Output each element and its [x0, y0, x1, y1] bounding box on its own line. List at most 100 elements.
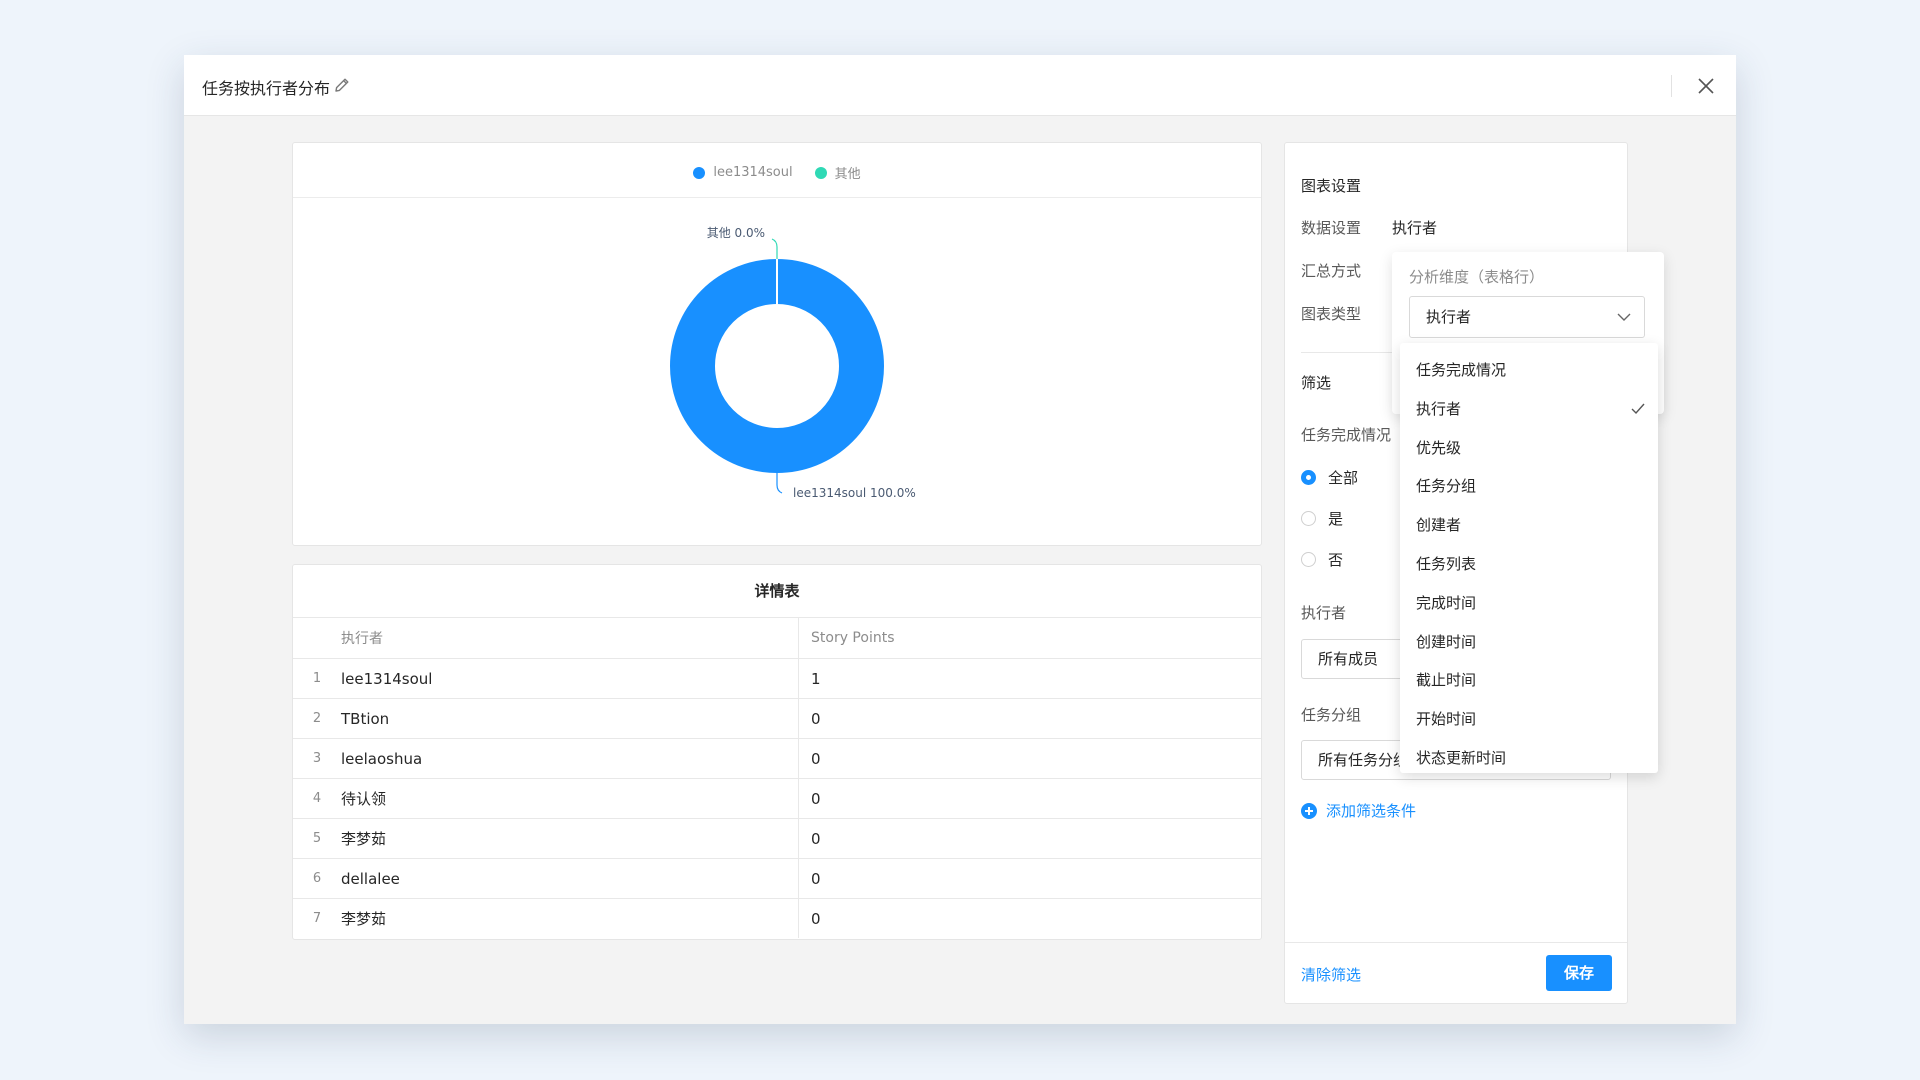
- label-leader-line: [776, 473, 783, 494]
- dropdown-option[interactable]: 创建时间: [1400, 623, 1658, 661]
- data-label: lee1314soul 100.0%: [793, 486, 916, 500]
- dropdown-option-label: 完成时间: [1416, 593, 1477, 612]
- dropdown-option[interactable]: 任务完成情况: [1400, 351, 1658, 389]
- dropdown-option-label: 开始时间: [1416, 710, 1477, 729]
- radio-circle[interactable]: [1301, 470, 1316, 485]
- modal-title: 任务按执行者分布: [202, 79, 331, 98]
- chart-legend: lee1314soul 其他: [293, 143, 1261, 198]
- chart-card: lee1314soul 其他 其他 0.0% lee1314soul 100.0%: [292, 142, 1262, 546]
- dropdown-option[interactable]: 截止时间: [1400, 661, 1658, 699]
- header-divider: [1671, 75, 1672, 97]
- assignee-cell: 李梦茹: [341, 818, 799, 859]
- row-index: 3: [293, 738, 341, 779]
- radio-circle[interactable]: [1301, 511, 1316, 526]
- check-icon: [1631, 403, 1645, 414]
- points-cell: 0: [811, 909, 821, 928]
- points-cell: 0: [798, 778, 1261, 819]
- settings-footer-divider: [1285, 942, 1627, 943]
- points-cell: 1: [798, 658, 1261, 699]
- column-header[interactable]: Story Points: [798, 618, 1261, 659]
- dimension-select[interactable]: 执行者: [1409, 296, 1645, 338]
- assignee-cell: leelaoshua: [341, 738, 799, 779]
- detail-table-card: 详情表 执行者 Story Points 1 lee1314soul 1 2 TBtio…: [292, 564, 1262, 940]
- filter-heading: 筛选: [1301, 374, 1332, 392]
- table-row: 5 李梦茹 0: [293, 818, 1261, 859]
- radio-label: 全部: [1328, 469, 1359, 487]
- dimension-selected-value: 执行者: [1426, 308, 1472, 326]
- assignee-cell: 待认领: [341, 778, 799, 819]
- assignee-cell: dellalee: [341, 858, 799, 899]
- row-index: 7: [312, 911, 322, 926]
- assignee-cell: TBtion: [341, 698, 799, 739]
- row-index: 2: [293, 698, 341, 739]
- row-index: 1: [293, 658, 341, 699]
- add-filter-button[interactable]: 添加筛选条件: [1301, 800, 1416, 821]
- table-row: 4 待认领 0: [293, 778, 1261, 819]
- dropdown-option-label: 任务分组: [1416, 477, 1477, 496]
- settings-heading: 图表设置: [1301, 177, 1362, 195]
- plus-circle-icon: [1301, 802, 1317, 819]
- row-index: 6: [293, 858, 341, 899]
- dropdown-option-label: 创建者: [1416, 516, 1462, 535]
- dropdown-option[interactable]: 创建者: [1400, 506, 1658, 544]
- radio-label: 是: [1328, 510, 1344, 528]
- clear-filter-link[interactable]: 清除筛选: [1301, 964, 1361, 985]
- radio-no[interactable]: 否: [1301, 549, 1343, 570]
- dropdown-option[interactable]: 任务分组: [1400, 467, 1658, 505]
- dropdown-option-label: 截止时间: [1416, 671, 1477, 690]
- radio-yes[interactable]: 是: [1301, 508, 1343, 529]
- data-setting-label: 数据设置: [1301, 219, 1362, 237]
- completion-label: 任务完成情况: [1301, 426, 1392, 444]
- chart-type-label: 图表类型: [1301, 305, 1362, 323]
- legend-label: lee1314soul: [713, 165, 793, 180]
- data-label: 其他 0.0%: [707, 226, 765, 240]
- legend-item-other[interactable]: 其他: [814, 163, 861, 182]
- points-cell: 0: [798, 818, 1261, 859]
- dropdown-option[interactable]: 完成时间: [1400, 584, 1658, 622]
- dropdown-option[interactable]: 开始时间: [1400, 700, 1658, 738]
- points-cell: 0: [798, 858, 1261, 899]
- dimension-dropdown: 任务完成情况执行者优先级任务分组创建者任务列表完成时间创建时间截止时间开始时间状…: [1400, 343, 1658, 773]
- detail-table: 执行者 Story Points 1 lee1314soul 1 2 TBtion 0 3 l…: [293, 618, 1261, 938]
- table-row: 3 leelaoshua 0: [293, 738, 1261, 779]
- table-row: 7 李梦茹 0: [293, 898, 1261, 938]
- table-title: 详情表: [293, 565, 1261, 618]
- assignee-cell: 李梦茹: [341, 898, 799, 938]
- close-icon[interactable]: [1692, 72, 1720, 100]
- dropdown-option-label: 优先级: [1416, 438, 1462, 457]
- pencil-icon[interactable]: [332, 75, 352, 95]
- radio-circle[interactable]: [1301, 552, 1316, 567]
- radio-all[interactable]: 全部: [1301, 467, 1358, 488]
- index-header: [293, 618, 341, 659]
- row-index: 4: [293, 778, 341, 819]
- dropdown-option[interactable]: 执行者: [1400, 390, 1658, 428]
- save-button[interactable]: 保存: [1546, 955, 1612, 991]
- points-cell: 0: [798, 698, 1261, 739]
- legend-item-lee1314soul[interactable]: lee1314soul: [693, 165, 793, 180]
- dropdown-option[interactable]: 状态更新时间: [1400, 739, 1658, 777]
- points-cell: 0: [798, 738, 1261, 779]
- legend-dot: [814, 166, 827, 179]
- data-setting-value[interactable]: 执行者: [1392, 217, 1437, 238]
- table-row: 6 dellalee 0: [293, 858, 1261, 899]
- dropdown-option-label: 执行者: [1416, 399, 1462, 418]
- radio-label: 否: [1328, 551, 1344, 569]
- dropdown-option[interactable]: 优先级: [1400, 429, 1658, 467]
- table-row: 1 lee1314soul 1: [293, 658, 1261, 699]
- group-label: 任务分组: [1301, 706, 1362, 724]
- dropdown-option-label: 状态更新时间: [1416, 749, 1507, 767]
- table-header-row: 执行者 Story Points: [293, 618, 1261, 659]
- dropdown-option-label: 创建时间: [1416, 632, 1477, 651]
- label-leader-line: [771, 238, 778, 259]
- modal-header: 任务按执行者分布: [184, 55, 1736, 116]
- donut-slice[interactable]: [670, 259, 884, 473]
- dimension-label: 分析维度（表格行）: [1409, 268, 1545, 286]
- legend-label: 其他: [834, 167, 861, 182]
- dropdown-option[interactable]: 任务列表: [1400, 545, 1658, 583]
- chevron-down-icon: [1617, 313, 1631, 321]
- table-row: 2 TBtion 0: [293, 698, 1261, 739]
- row-index: 5: [293, 818, 341, 859]
- assignee-label: 执行者: [1301, 604, 1347, 622]
- column-header[interactable]: 执行者: [341, 618, 799, 659]
- aggregate-label: 汇总方式: [1301, 262, 1362, 280]
